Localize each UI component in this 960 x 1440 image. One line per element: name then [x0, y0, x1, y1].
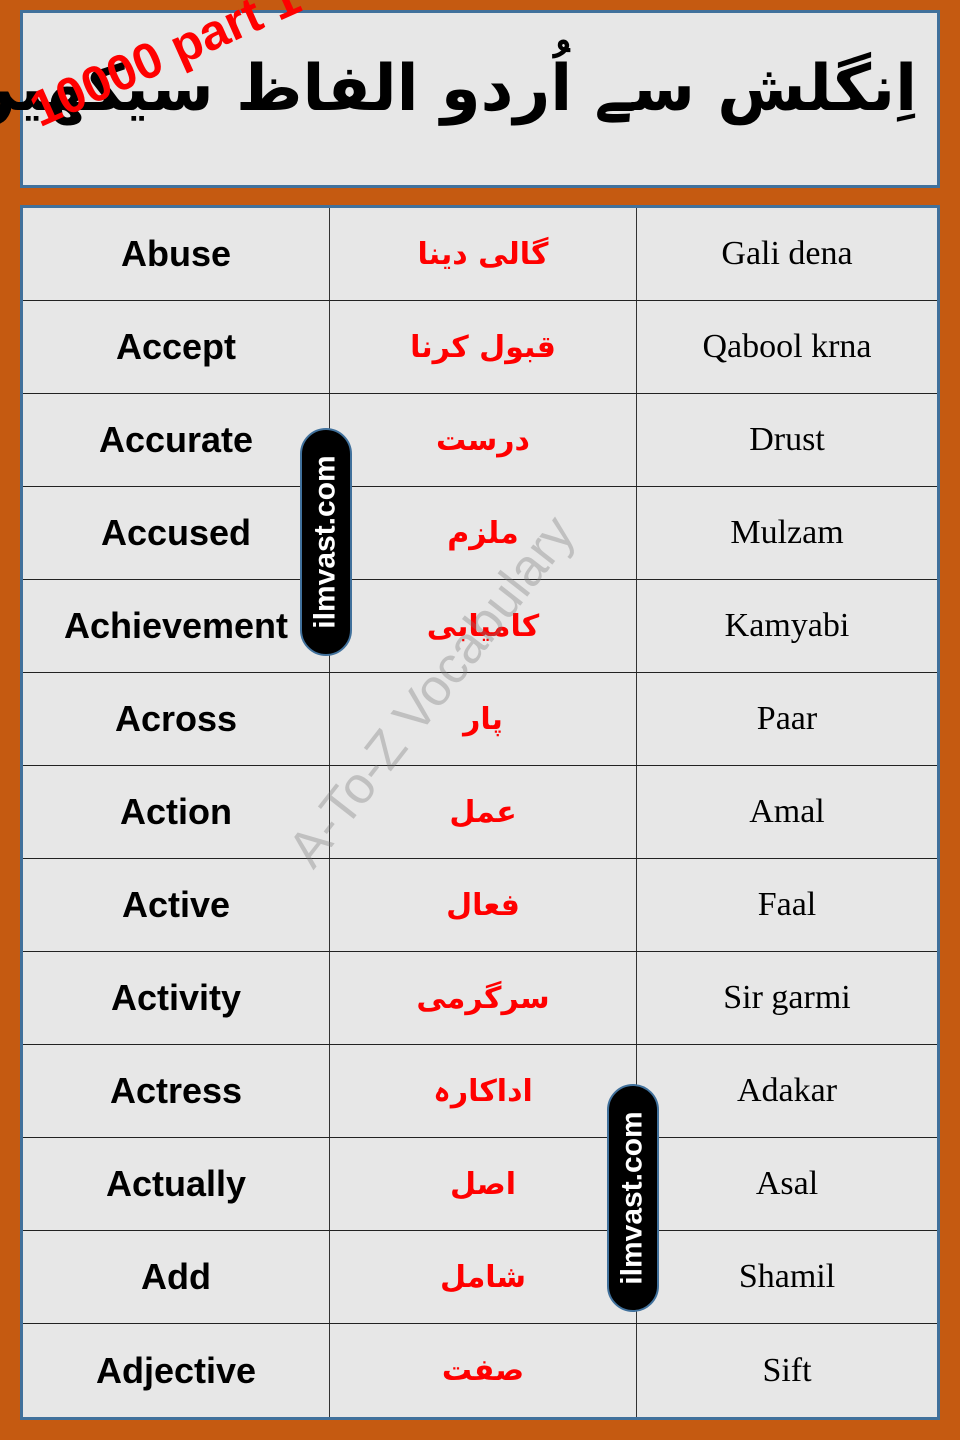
roman-urdu-word: Kamyabi: [724, 607, 850, 644]
table-row: Actress اداکارہ Adakar: [23, 1045, 937, 1138]
urdu-word: فعال: [330, 859, 637, 951]
table-row: Accept قبول کرنا Qabool krna: [23, 301, 937, 394]
roman-urdu-word: Mulzam: [730, 514, 844, 551]
table-row: Across پار Paar: [23, 673, 937, 766]
site-badge: ilmvast.com: [300, 428, 352, 656]
roman-urdu-word: Drust: [749, 421, 825, 458]
site-badge-label: ilmvast.com: [309, 455, 343, 629]
table-row: Actually اصل Asal: [23, 1138, 937, 1231]
english-word: Activity: [23, 952, 330, 1044]
urdu-word: کامیابی: [330, 580, 637, 672]
title-banner: اِنگلش سے اُردو الفاظ سیکھیں 10000 part …: [0, 0, 940, 188]
table-row: Accurate درست Drust: [23, 394, 937, 487]
english-word: Adjective: [23, 1324, 330, 1417]
table-row: Abuse گالی دینا Gali dena: [23, 208, 937, 301]
english-word: Accused: [23, 487, 330, 579]
roman-urdu-word: Paar: [756, 700, 818, 737]
roman-urdu-word: Sift: [762, 1351, 812, 1389]
table-row: Active فعال Faal: [23, 859, 937, 952]
urdu-word: اداکارہ: [330, 1045, 637, 1137]
site-badge: ilmvast.com: [607, 1084, 659, 1312]
english-word: Abuse: [23, 208, 330, 300]
english-word: Actually: [23, 1138, 330, 1230]
vocabulary-table: Abuse گالی دینا Gali dena Accept قبول کرنا Qa…: [20, 205, 940, 1420]
english-word: Active: [23, 859, 330, 951]
english-word: Accept: [23, 301, 330, 393]
roman-urdu-word: Amal: [749, 793, 825, 830]
table-row: Accused ملزم Mulzam: [23, 487, 937, 580]
urdu-word: ملزم: [330, 487, 637, 579]
roman-urdu-word: Shamil: [738, 1258, 836, 1295]
roman-urdu-word: Gali dena: [721, 235, 853, 272]
table-row: Add شامل Shamil: [23, 1231, 937, 1324]
roman-urdu-word: Faal: [757, 886, 817, 923]
english-word: Action: [23, 766, 330, 858]
urdu-word: صفت: [330, 1324, 637, 1417]
table-row: Action عمل Amal: [23, 766, 937, 859]
roman-urdu-word: Adakar: [736, 1072, 838, 1109]
english-word: Accurate: [23, 394, 330, 486]
urdu-word: شامل: [330, 1231, 637, 1323]
english-word: Achievement: [23, 580, 330, 672]
urdu-word: عمل: [330, 766, 637, 858]
english-word: Add: [23, 1231, 330, 1323]
urdu-word: درست: [330, 394, 637, 486]
table-row: Activity سرگرمی Sir garmi: [23, 952, 937, 1045]
english-word: Across: [23, 673, 330, 765]
urdu-word: اصل: [330, 1138, 637, 1230]
site-badge-label: ilmvast.com: [616, 1111, 650, 1285]
urdu-word: سرگرمی: [330, 952, 637, 1044]
urdu-word: قبول کرنا: [330, 301, 637, 393]
roman-urdu-word: Sir garmi: [723, 979, 851, 1016]
roman-urdu-word: Asal: [755, 1165, 819, 1202]
table-row: Adjective صفت Sift: [23, 1324, 937, 1417]
roman-urdu-word: Qabool krna: [702, 328, 872, 365]
urdu-word: گالی دینا: [330, 208, 637, 300]
urdu-word: پار: [330, 673, 637, 765]
english-word: Actress: [23, 1045, 330, 1137]
table-row: Achievement کامیابی Kamyabi: [23, 580, 937, 673]
